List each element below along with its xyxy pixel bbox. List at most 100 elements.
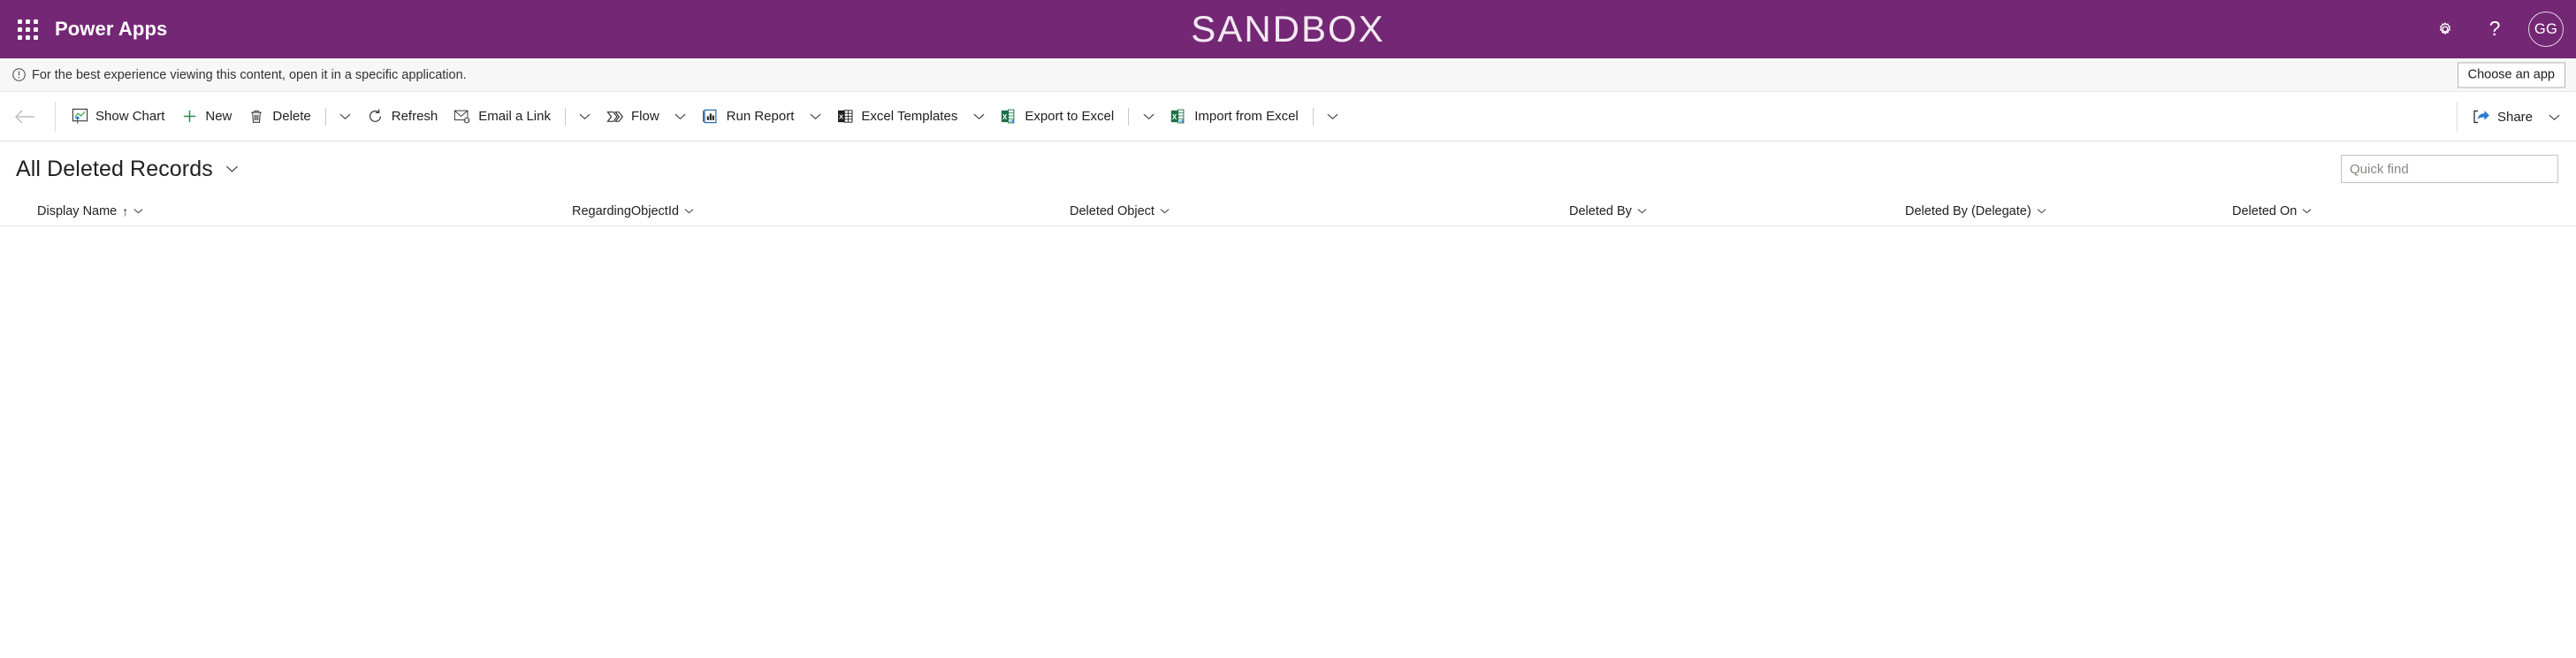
run-report-button[interactable]: Run Report: [694, 99, 803, 134]
import-from-excel-button[interactable]: X Import from Excel: [1162, 99, 1307, 134]
new-button[interactable]: New: [172, 99, 240, 134]
records-grid: Display Name ↑ RegardingObjectId Deleted…: [0, 196, 2576, 580]
show-chart-button[interactable]: Show Chart: [63, 99, 172, 134]
view-selector-caret[interactable]: [222, 159, 242, 179]
flow-icon: [606, 108, 624, 126]
delete-label: Delete: [272, 109, 311, 124]
column-label: Deleted By (Delegate): [1905, 203, 2031, 218]
import-from-excel-label: Import from Excel: [1194, 109, 1299, 124]
export-to-excel-button[interactable]: X Export to Excel: [992, 99, 1122, 134]
import-excel-separator: [1312, 107, 1314, 126]
column-label: Display Name: [37, 203, 118, 218]
app-header: Power Apps SANDBOX ? GG: [0, 0, 2576, 58]
column-menu-caret[interactable]: [2037, 208, 2046, 214]
column-menu-caret[interactable]: [1637, 208, 1647, 214]
column-menu-caret[interactable]: [684, 208, 694, 214]
flow-label: Flow: [630, 109, 659, 124]
excel-import-icon: X: [1170, 108, 1187, 126]
delete-overflow-caret[interactable]: [332, 99, 359, 134]
header-actions: ? GG: [2420, 0, 2564, 58]
run-report-icon: [702, 108, 720, 126]
chevron-down-icon: [2549, 114, 2559, 120]
chevron-down-icon: [810, 113, 821, 120]
share-caret[interactable]: [2541, 99, 2567, 134]
show-chart-label: Show Chart: [95, 109, 165, 124]
chevron-down-icon: [1160, 209, 1170, 214]
export-excel-separator: [1128, 107, 1130, 126]
chevron-down-icon: [225, 165, 238, 172]
app-launcher-waffle-icon: [17, 19, 38, 40]
environment-name: SANDBOX: [1191, 8, 1385, 50]
email-overflow-caret[interactable]: [572, 99, 598, 134]
share-button[interactable]: Share: [2465, 99, 2541, 134]
back-button[interactable]: [2, 92, 48, 142]
run-report-label: Run Report: [726, 109, 795, 124]
excel-templates-label: Excel Templates: [861, 109, 958, 124]
email-link-icon: [453, 108, 471, 126]
chevron-down-icon: [580, 113, 591, 120]
import-from-excel-caret[interactable]: [1320, 99, 1346, 134]
chevron-down-icon: [1143, 113, 1155, 120]
app-launcher-button[interactable]: [0, 0, 55, 58]
command-bar-right: Share: [2450, 92, 2567, 142]
refresh-label: Refresh: [391, 109, 438, 124]
run-report-caret[interactable]: [802, 99, 828, 134]
command-bar-divider: [55, 101, 56, 132]
notification-bar: For the best experience viewing this con…: [0, 58, 2576, 92]
chevron-down-icon: [973, 113, 985, 120]
refresh-button[interactable]: Refresh: [359, 99, 446, 134]
settings-button[interactable]: [2420, 0, 2470, 58]
column-header-deleted-by-delegate[interactable]: Deleted By (Delegate): [1905, 196, 2232, 226]
column-menu-caret[interactable]: [133, 208, 143, 214]
choose-an-app-button[interactable]: Choose an app: [2457, 61, 2565, 88]
chevron-down-icon: [1637, 209, 1647, 214]
column-menu-caret[interactable]: [1160, 208, 1170, 214]
grid-body-empty: [0, 226, 2576, 580]
view-selector-row: All Deleted Records: [0, 142, 2576, 196]
page-title[interactable]: All Deleted Records: [16, 157, 213, 182]
new-label: New: [205, 109, 232, 124]
brand-title[interactable]: Power Apps: [55, 18, 167, 41]
share-icon: [2473, 108, 2490, 126]
column-header-deleted-by[interactable]: Deleted By: [1569, 196, 1905, 226]
quick-find-input[interactable]: [2341, 155, 2558, 183]
question-mark-icon: ?: [2489, 19, 2501, 40]
notification-message: For the best experience viewing this con…: [32, 67, 467, 82]
chevron-down-icon: [2037, 209, 2046, 214]
chevron-down-icon: [133, 209, 143, 214]
column-header-deleted-on[interactable]: Deleted On: [2232, 196, 2462, 226]
excel-templates-caret[interactable]: [965, 99, 992, 134]
svg-text:X: X: [1002, 113, 1008, 121]
plus-icon: [180, 108, 198, 126]
column-header-deleted-object[interactable]: Deleted Object: [1070, 196, 1569, 226]
trash-icon: [248, 108, 265, 126]
help-button[interactable]: ?: [2470, 0, 2519, 58]
chevron-down-icon: [674, 113, 686, 120]
refresh-icon: [367, 108, 385, 126]
email-separator: [564, 107, 566, 126]
excel-templates-icon: X: [836, 108, 854, 126]
flow-button[interactable]: Flow: [598, 99, 667, 134]
share-divider: [2456, 102, 2458, 132]
column-menu-caret[interactable]: [2302, 208, 2312, 214]
export-to-excel-caret[interactable]: [1135, 99, 1162, 134]
share-label: Share: [2496, 109, 2533, 125]
column-header-regardingobjectid[interactable]: RegardingObjectId: [572, 196, 1070, 226]
chevron-down-icon: [684, 209, 694, 214]
email-a-link-label: Email a Link: [478, 109, 551, 124]
svg-text:?: ?: [2489, 19, 2501, 40]
column-header-display-name[interactable]: Display Name ↑: [37, 196, 572, 226]
column-label: Deleted On: [2232, 203, 2298, 218]
svg-text:X: X: [1172, 113, 1177, 121]
show-chart-icon: [71, 108, 88, 126]
email-a-link-button[interactable]: Email a Link: [446, 99, 559, 134]
excel-templates-button[interactable]: X Excel Templates: [828, 99, 965, 134]
export-to-excel-label: Export to Excel: [1025, 109, 1115, 124]
delete-button[interactable]: Delete: [240, 99, 318, 134]
gear-icon: [2439, 22, 2451, 34]
user-avatar[interactable]: GG: [2528, 11, 2564, 47]
flow-caret[interactable]: [667, 99, 694, 134]
column-label: Deleted By: [1569, 203, 1632, 218]
column-label: Deleted Object: [1070, 203, 1155, 218]
excel-export-icon: X: [1000, 108, 1017, 126]
